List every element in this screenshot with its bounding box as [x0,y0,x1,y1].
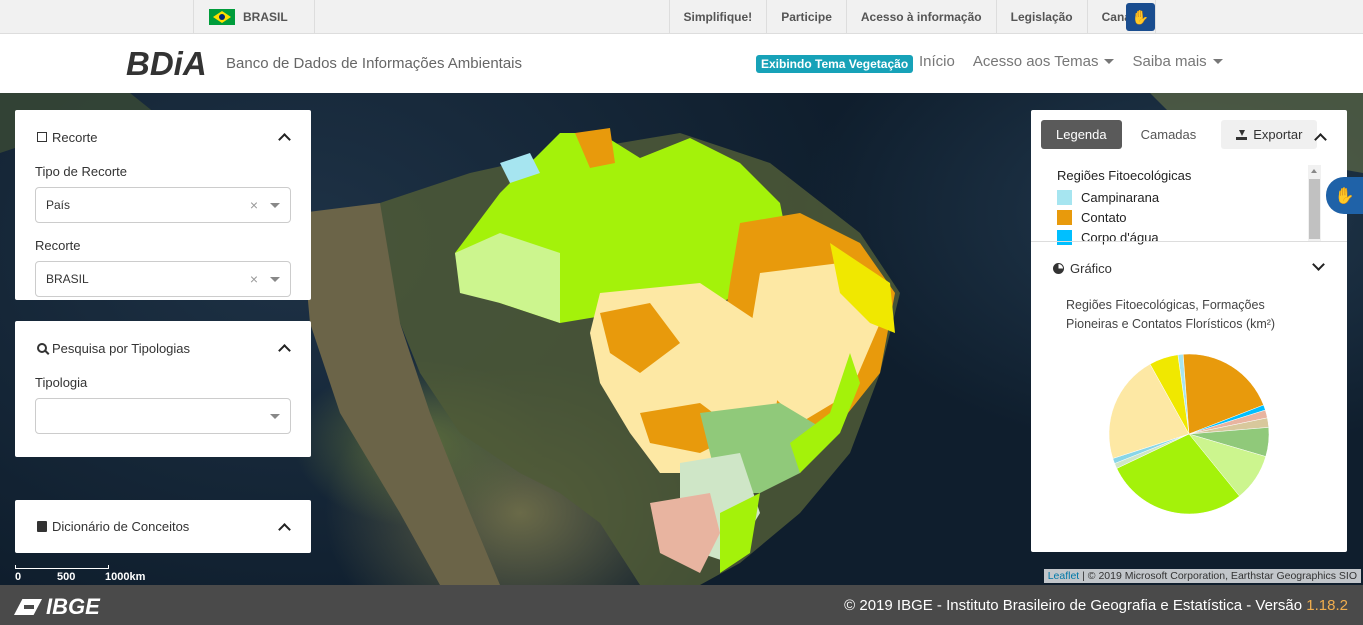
map-scale: 0 500 1000km [15,565,165,585]
caret-down-icon [1104,59,1115,64]
grafico-title: Gráfico [1070,261,1112,276]
pie-chart-icon [1053,263,1064,274]
tipo-recorte-select[interactable]: País × [35,187,291,223]
gov-links: Simplifique! Participe Acesso à informaç… [668,0,1156,34]
nav-temas[interactable]: Acesso aos Temas [973,53,1115,70]
tipo-recorte-value: País [46,198,71,212]
legend-item: Campinarana [1057,187,1309,207]
recorte-value: BRASIL [46,272,89,286]
attribution-text: | © 2019 Microsoft Corporation, Earthsta… [1082,570,1357,582]
legend-swatch [1057,189,1072,205]
main-nav: Início Acesso aos Temas Saiba mais [919,53,1223,70]
legend-panel: Legenda Camadas Exportar Regiões Fitoeco… [1031,110,1347,552]
pesquisa-title: Pesquisa por Tipologias [52,340,191,356]
gov-bar: BRASIL Simplifique! Participe Acesso à i… [0,0,1363,34]
grafico-header[interactable]: Gráfico [1053,261,1112,276]
chevron-up-icon[interactable] [278,133,291,146]
dicionario-panel-header[interactable]: Dicionário de Conceitos [15,500,311,553]
checkbox-icon [37,132,47,142]
gov-link-legislacao[interactable]: Legislação [995,0,1087,34]
search-icon [37,343,47,353]
gov-brasil-link[interactable]: BRASIL [193,0,315,34]
gov-link-acesso[interactable]: Acesso à informação [845,0,996,34]
pesquisa-panel: Pesquisa por Tipologias Tipologia [15,321,311,457]
pesquisa-panel-header[interactable]: Pesquisa por Tipologias [15,321,311,375]
dicionario-title: Dicionário de Conceitos [52,519,190,534]
legend-tabs: Legenda Camadas Exportar [1041,120,1318,149]
chevron-up-icon[interactable] [278,344,291,357]
legend-item-label: Contato [1081,209,1127,225]
gov-link-simplifique[interactable]: Simplifique! [668,0,767,34]
ibge-logo[interactable]: IBGE [14,594,100,620]
leaflet-link[interactable]: Leaflet [1048,570,1080,582]
ibge-mark-icon [14,597,44,617]
chart-title: Regiões Fitoecológicas, Formações Pionei… [1066,298,1276,331]
footer-copyright: © 2019 IBGE - Instituto Brasileiro de Ge… [844,597,1348,614]
clear-icon[interactable]: × [250,197,258,213]
theme-badge: Exibindo Tema Vegetação [756,55,914,73]
app-subtitle: Banco de Dados de Informações Ambientais [226,55,523,72]
map-attribution: Leaflet | © 2019 Microsoft Corporation, … [1043,569,1361,583]
ibge-logo-text: IBGE [46,594,100,619]
gov-link-participe[interactable]: Participe [766,0,846,34]
tipologia-select[interactable] [35,398,291,434]
nav-saiba-label: Saiba mais [1132,53,1207,70]
recorte-panel-header[interactable]: Recorte [15,110,311,164]
version-number: 1.18.2 [1306,597,1348,614]
book-icon [37,521,47,532]
tipo-recorte-label: Tipo de Recorte [35,164,128,179]
export-label: Exportar [1253,127,1303,142]
legend-item: Contato [1057,207,1309,227]
app-header: BDiA Banco de Dados de Informações Ambie… [0,34,1363,93]
scroll-up-icon[interactable] [1311,169,1317,173]
tipologia-label: Tipologia [35,375,88,390]
recorte-panel: Recorte Tipo de Recorte País × Recorte B… [15,110,311,300]
nav-inicio[interactable]: Início [919,53,955,70]
dropdown-arrow-icon[interactable] [270,414,280,419]
accessibility-hand-icon[interactable]: ✋ [1326,177,1363,214]
tab-camadas[interactable]: Camadas [1126,120,1212,149]
download-icon [1236,129,1248,140]
scrollbar-thumb[interactable] [1309,179,1320,239]
brazil-flag-icon [209,9,235,25]
clear-icon[interactable]: × [250,271,258,287]
scale-bar [15,565,109,569]
footer: IBGE © 2019 IBGE - Instituto Brasileiro … [0,585,1363,625]
pie-slices [1108,353,1270,515]
legend-item-label: Campinarana [1081,189,1160,205]
legend-swatch [1057,209,1072,225]
pie-chart [1108,353,1270,515]
recorte-select[interactable]: BRASIL × [35,261,291,297]
dropdown-arrow-icon[interactable] [270,277,280,282]
divider [1031,241,1347,242]
chevron-down-icon[interactable] [1312,258,1325,271]
scale-label-1000: 1000km [105,571,146,583]
dropdown-arrow-icon[interactable] [270,203,280,208]
legend-swatch [1057,229,1072,245]
nav-temas-label: Acesso aos Temas [972,53,1099,70]
legend-scrollbar[interactable] [1308,165,1321,241]
legend-list: Regiões Fitoecológicas Campinarana Conta… [1057,168,1309,247]
copyright-text: © 2019 IBGE - Instituto Brasileiro de Ge… [844,597,1303,614]
chevron-up-icon[interactable] [278,522,291,536]
nav-inicio-label: Início [919,53,955,70]
legend-item-label: Corpo d'água [1081,229,1159,245]
bdia-logo[interactable]: BDiA [126,45,207,83]
tab-legenda[interactable]: Legenda [1041,120,1122,149]
caret-down-icon [1212,59,1223,64]
recorte-title: Recorte [52,129,98,145]
hand-sign-icon[interactable]: ✋ [1126,3,1155,31]
legend-item: Corpo d'água [1057,227,1309,247]
gov-brasil-label: BRASIL [243,10,288,24]
nav-saiba-mais[interactable]: Saiba mais [1132,53,1223,70]
legend-title: Regiões Fitoecológicas [1057,168,1192,183]
export-button[interactable]: Exportar [1221,120,1318,149]
scale-label-0: 0 [15,571,22,583]
dicionario-panel: Dicionário de Conceitos [15,500,311,553]
scale-label-500: 500 [57,571,76,583]
recorte-label: Recorte [35,238,81,253]
